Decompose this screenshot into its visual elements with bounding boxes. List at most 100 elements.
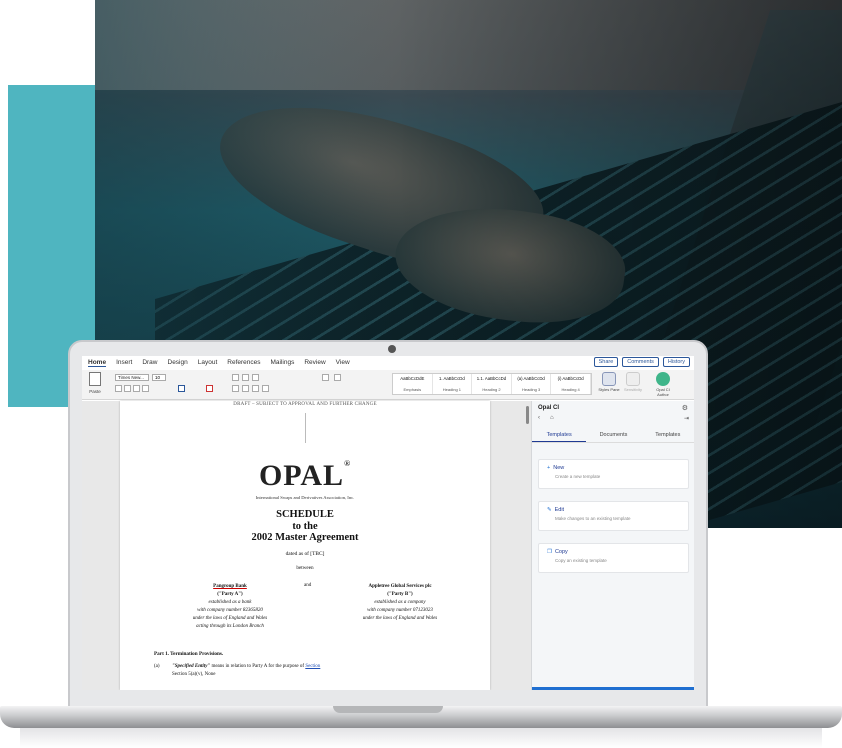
card-title: Copy — [554, 549, 568, 555]
tab-home[interactable]: Home — [88, 359, 107, 367]
font-size-select[interactable]: 10 — [152, 374, 166, 381]
back-chevron-icon[interactable]: ‹ — [538, 415, 540, 421]
comments-button[interactable]: Comments — [622, 357, 659, 367]
style-name: Heading 2 — [482, 387, 501, 392]
align-left-button[interactable] — [232, 385, 239, 392]
style-name: Heading 4 — [561, 387, 580, 392]
schedule-line: to the — [292, 520, 318, 532]
style-heading-4[interactable]: (i) AaBbCcDd Heading 4 — [551, 374, 591, 394]
tab-references[interactable]: References — [227, 359, 260, 366]
sensitivity-button[interactable]: Sensitivity — [622, 372, 644, 396]
card-title: Edit — [554, 507, 565, 513]
tab-view[interactable]: View — [336, 359, 350, 366]
strikethrough-button[interactable] — [142, 385, 149, 392]
show-formatting-button[interactable] — [334, 374, 341, 381]
tab-mailings[interactable]: Mailings — [271, 359, 295, 366]
opal-logo-icon — [656, 372, 670, 386]
party-a-line: under the laws of England and Wales — [192, 616, 268, 621]
styles-pane-button[interactable]: Styles Pane — [598, 372, 620, 396]
panel-title: Opal CI — [538, 405, 560, 411]
new-template-card[interactable]: + New Create a new template — [538, 459, 689, 489]
webcam-icon — [388, 345, 396, 353]
tab-layout[interactable]: Layout — [198, 359, 218, 366]
schedule-title: SCHEDULE to the 2002 Master Agreement — [120, 509, 490, 544]
party-b-line: established as a company — [374, 600, 426, 605]
document-scrollbar[interactable] — [526, 406, 529, 424]
section-link[interactable]: Section — [305, 664, 320, 669]
schedule-line: SCHEDULE — [276, 509, 334, 520]
style-heading-3[interactable]: (a) AaBbCcDd Heading 3 — [512, 374, 552, 394]
sort-button[interactable] — [322, 374, 329, 381]
tab-templates-2[interactable]: Templates — [641, 429, 694, 442]
sign-out-icon[interactable]: ⇥ — [684, 415, 689, 422]
card-subtitle: Create a new template — [555, 474, 601, 479]
clipboard-icon — [89, 372, 101, 386]
registered-mark: ® — [344, 459, 352, 468]
association-line: International Swaps and Derivatives Asso… — [255, 495, 355, 500]
style-name: Heading 3 — [521, 387, 541, 392]
style-heading-2[interactable]: 1.1. AaBbCcDd Heading 2 — [472, 374, 512, 394]
align-center-button[interactable] — [242, 385, 249, 392]
paste-label: Paste — [89, 389, 101, 394]
style-name: Heading 1 — [442, 387, 462, 392]
party-a-line: acting through its London Branch — [196, 624, 264, 629]
font-color-button[interactable] — [178, 385, 185, 392]
edit-template-card[interactable]: ✎ Edit Make changes to an existing templa… — [538, 501, 689, 531]
specified-entity-paragraph: (a) "Specified Entity" means in relation … — [154, 663, 474, 679]
highlight-button[interactable] — [206, 385, 213, 392]
tab-review[interactable]: Review — [304, 359, 325, 366]
laptop-notch — [333, 706, 443, 713]
underline-button[interactable] — [133, 385, 140, 392]
para-tail: Section 5(a)(v), None — [172, 672, 216, 677]
multilevel-list-button[interactable] — [252, 374, 259, 381]
style-name: Emphasis — [403, 387, 422, 392]
font-name-select[interactable]: Times New... — [115, 374, 149, 381]
opal-ci-author-button[interactable]: Opal CI Author — [652, 372, 674, 397]
gear-icon[interactable]: ⚙ — [682, 404, 688, 412]
paste-button[interactable]: Paste — [86, 372, 104, 394]
style-emphasis[interactable]: AaBbCcDdE Emphasis — [393, 374, 433, 394]
panel-tabs: Templates Documents Templates — [532, 429, 694, 443]
tab-insert[interactable]: Insert — [116, 359, 132, 366]
tab-templates[interactable]: Templates — [532, 429, 587, 442]
tab-design[interactable]: Design — [168, 359, 188, 366]
style-heading-1[interactable]: 1. AaBbCcDd Heading 1 — [433, 374, 473, 394]
party-a-line: established as a bank — [208, 600, 252, 605]
italic-button[interactable] — [124, 385, 131, 392]
card-title: New — [553, 465, 565, 471]
word-window: Home Insert Draw Design Layout Reference… — [82, 356, 694, 690]
style-sample: 1.1. AaBbCcDd — [476, 376, 507, 381]
para-text: means in relation to Party A for the pur… — [210, 664, 306, 669]
logo-text: OPAL — [258, 459, 345, 492]
plus-icon: + — [547, 465, 551, 471]
bold-button[interactable] — [115, 385, 122, 392]
opal-author-label: Opal CI Author — [656, 387, 670, 397]
bullets-button[interactable] — [232, 374, 239, 381]
party-b-tag: ("Party B") — [387, 592, 413, 597]
home-icon[interactable]: ⌂ — [550, 415, 554, 421]
part-1-heading: Part 1. Termination Provisions. — [154, 651, 224, 657]
style-sample: (i) AaBbCcDd — [557, 376, 584, 381]
opal-logo-heading: OPAL® — [120, 459, 490, 493]
styles-pane-icon — [602, 372, 616, 386]
opal-ci-panel: Opal CI ⚙ ‹ ⌂ ⇥ Templates Documents Temp… — [531, 401, 694, 690]
defined-term: "Specified Entity" — [172, 664, 211, 669]
share-button[interactable]: Share — [593, 357, 619, 367]
tab-documents[interactable]: Documents — [586, 429, 640, 442]
history-button[interactable]: History — [662, 357, 690, 367]
document-page[interactable]: DRAFT – SUBJECT TO APPROVAL AND FURTHER … — [120, 401, 490, 690]
schedule-line: 2002 Master Agreement — [251, 532, 359, 543]
justify-button[interactable] — [262, 385, 269, 392]
style-sample: AaBbCcDdE — [400, 376, 425, 381]
party-a-line: with company number 82365820 — [197, 608, 263, 613]
ribbon-home: Paste Times New... 10 AaBbCcDdE Emphasis… — [82, 370, 694, 400]
draft-notice: DRAFT – SUBJECT TO APPROVAL AND FURTHER … — [233, 402, 377, 407]
panel-accent-bar — [532, 687, 694, 690]
align-right-button[interactable] — [252, 385, 259, 392]
party-b-name: Appletree Global Services plc — [368, 584, 432, 589]
copy-template-card[interactable]: ❐ Copy Copy an existing template — [538, 543, 689, 573]
numbering-button[interactable] — [242, 374, 249, 381]
laptop-reflection — [20, 728, 822, 748]
tab-draw[interactable]: Draw — [142, 359, 157, 366]
party-a-block: Pangroup Bank ("Party A") established as… — [160, 583, 300, 631]
